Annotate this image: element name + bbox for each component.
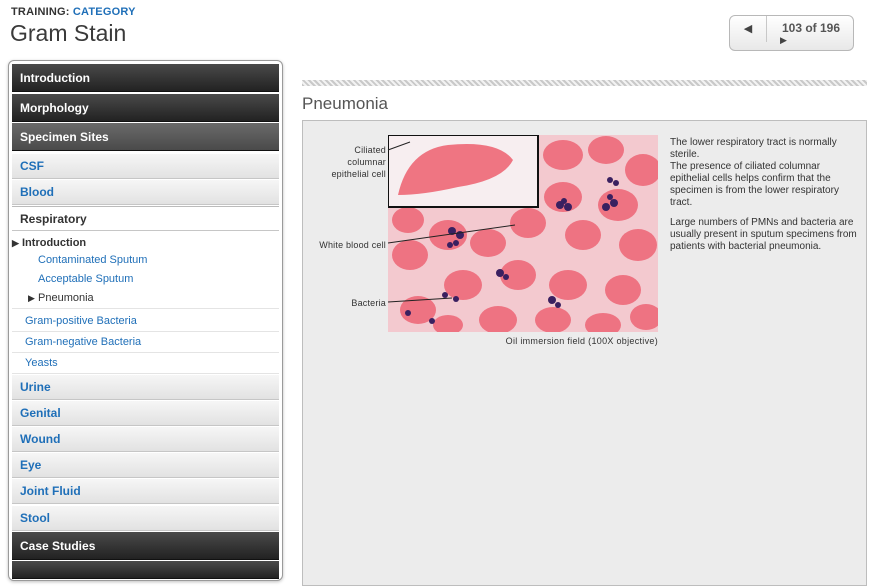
nav-resp-introduction-label: Introduction	[22, 237, 87, 249]
label-bacteria: Bacteria	[351, 298, 386, 308]
nav-urine[interactable]: Urine	[12, 375, 279, 400]
triangle-right-icon: ▶	[28, 293, 35, 303]
nav-gram-negative[interactable]: Gram-negative Bacteria	[12, 332, 279, 353]
breadcrumb-category-link[interactable]: CATEGORY	[73, 6, 136, 18]
page-title: Gram Stain	[10, 20, 127, 46]
description-para-3: Large numbers of PMNs and bacteria are u…	[670, 217, 857, 252]
image-caption: Oil immersion field (100X objective)	[505, 336, 658, 346]
label-ciliated-cell: Ciliated columnar epithelial cell	[331, 145, 386, 179]
nav-pneumonia[interactable]: ▶ Pneumonia	[12, 288, 279, 309]
nav-footer-bar	[12, 561, 279, 579]
nav-wound[interactable]: Wound	[12, 427, 279, 452]
sidebar-nav: Introduction Morphology Specimen Sites C…	[8, 60, 283, 581]
nav-case-studies[interactable]: Case Studies	[12, 532, 279, 560]
nav-acceptable-sputum[interactable]: Acceptable Sputum	[12, 269, 279, 290]
arrow-left-icon: ◀	[743, 23, 753, 35]
nav-respiratory[interactable]: Respiratory	[12, 206, 279, 231]
description-para-1: The lower respiratory tract is normally …	[670, 137, 837, 160]
nav-stool[interactable]: Stool	[12, 506, 279, 531]
next-page-button[interactable]: ▶	[780, 35, 794, 46]
nav-morphology[interactable]: Morphology	[12, 94, 279, 122]
nav-yeasts[interactable]: Yeasts	[12, 353, 279, 374]
arrow-right-icon: ▶	[780, 35, 787, 45]
nav-specimen-sites[interactable]: Specimen Sites	[12, 123, 279, 151]
nav-gram-positive[interactable]: Gram-positive Bacteria	[12, 311, 279, 332]
decorative-stripe	[302, 80, 867, 86]
breadcrumb-training: TRAINING:	[11, 6, 70, 18]
label-white-blood-cell: White blood cell	[319, 240, 386, 250]
nav-csf[interactable]: CSF	[12, 154, 279, 179]
nav-eye[interactable]: Eye	[12, 453, 279, 478]
breadcrumb: TRAINING: CATEGORY	[11, 6, 136, 18]
nav-pneumonia-label: Pneumonia	[38, 292, 94, 304]
description-para-2: The presence of ciliated columnar epithe…	[670, 161, 839, 208]
pager: ◀ 103 of 196 ▶	[729, 15, 854, 51]
previous-page-button[interactable]: ◀	[730, 16, 767, 42]
nav-introduction[interactable]: Introduction	[12, 64, 279, 92]
description-text: The lower respiratory tract is normally …	[670, 137, 862, 261]
page-counter: 103 of 196	[781, 21, 841, 35]
nav-joint-fluid[interactable]: Joint Fluid	[12, 479, 279, 504]
label-leader-lines	[387, 141, 516, 303]
nav-contaminated-sputum[interactable]: Contaminated Sputum	[12, 250, 279, 271]
nav-genital[interactable]: Genital	[12, 401, 279, 426]
section-title: Pneumonia	[302, 94, 389, 113]
nav-blood[interactable]: Blood	[12, 180, 279, 205]
